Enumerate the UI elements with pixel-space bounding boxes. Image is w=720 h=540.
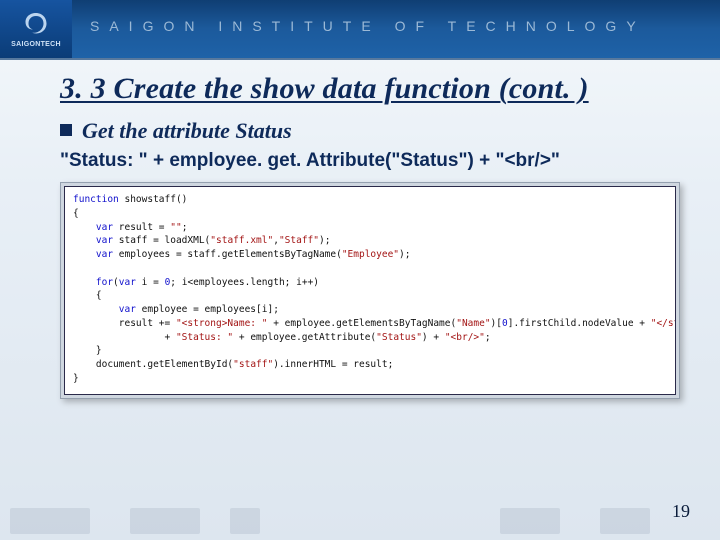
code-box-border: function showstaff() { var result = ""; … <box>60 182 680 399</box>
header: SAIGONTECH SAIGON INSTITUTE OF TECHNOLOG… <box>0 0 720 60</box>
logo-icon <box>21 10 51 40</box>
slide: SAIGONTECH SAIGON INSTITUTE OF TECHNOLOG… <box>0 0 720 540</box>
bullet-text: Get the attribute Status <box>82 118 292 144</box>
bullet-icon <box>60 124 72 136</box>
bullet-row: Get the attribute Status <box>60 118 680 144</box>
inline-code-text: "Status: " + employee. get. Attribute("S… <box>60 150 680 172</box>
footer-decoration <box>0 490 720 540</box>
content-area: Get the attribute Status "Status: " + em… <box>60 118 680 399</box>
logo-block: SAIGONTECH <box>0 0 72 58</box>
institute-name: SAIGON INSTITUTE OF TECHNOLOGY <box>90 18 646 34</box>
code-block: function showstaff() { var result = ""; … <box>64 186 676 395</box>
logo-label: SAIGONTECH <box>11 41 61 48</box>
page-number: 19 <box>672 501 690 522</box>
slide-title: 3. 3 Create the show data function (cont… <box>60 72 589 106</box>
